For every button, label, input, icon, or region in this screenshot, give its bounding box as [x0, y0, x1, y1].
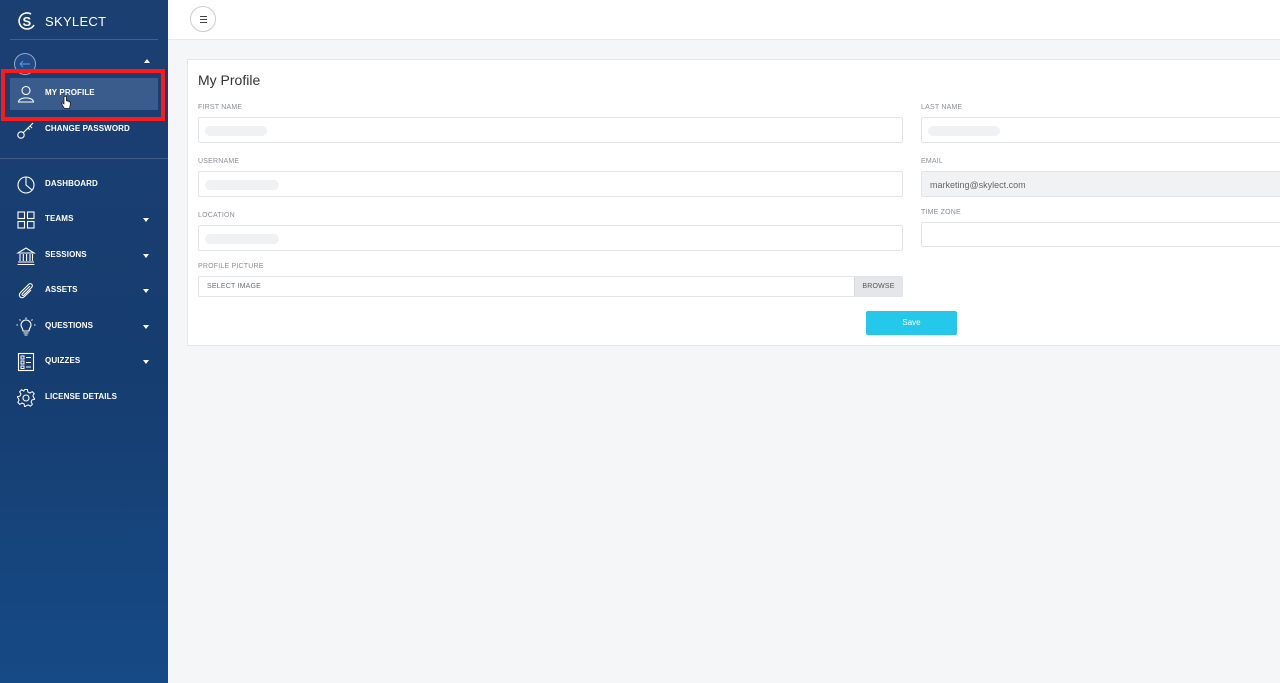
sidebar-item-assets[interactable]: ASSETS: [10, 275, 158, 307]
key-icon: [17, 122, 34, 139]
chevron-down-icon: [143, 325, 149, 329]
location-label: LOCATION: [198, 212, 235, 219]
sidebar: S SKYLECT MY PROFILE CHANGE PASSWORD DAS…: [0, 0, 168, 683]
svg-text:S: S: [23, 14, 32, 29]
profile-picture-label: PROFILE PICTURE: [198, 263, 264, 270]
hamburger-menu-button[interactable]: [190, 6, 216, 32]
chevron-down-icon: [143, 218, 149, 222]
hamburger-icon-line: [200, 22, 207, 23]
time-zone-label: TIME ZONE: [921, 209, 961, 216]
hamburger-icon: [200, 16, 207, 17]
grid-icon: [17, 211, 35, 229]
sidebar-item-label: CHANGE PASSWORD: [45, 124, 130, 133]
email-field: marketing@skylect.com: [921, 171, 1280, 197]
paperclip-icon: [18, 283, 33, 299]
username-label: USERNAME: [198, 158, 240, 165]
sidebar-item-questions[interactable]: QUESTIONS: [10, 311, 158, 343]
redacted-value: [205, 180, 279, 190]
chevron-up-icon: [144, 59, 150, 63]
sidebar-item-teams[interactable]: TEAMS: [10, 204, 158, 236]
quiz-icon: [17, 352, 35, 372]
sidebar-item-quizzes[interactable]: QUIZZES: [10, 346, 158, 378]
sidebar-item-sessions[interactable]: SESSIONS: [10, 240, 158, 272]
skylect-logo-icon: S: [18, 12, 35, 30]
bank-icon: [16, 247, 36, 266]
back-arrow-icon: [19, 60, 30, 68]
redacted-value: [928, 126, 1000, 136]
save-button[interactable]: Save: [866, 311, 957, 335]
brand[interactable]: S SKYLECT: [16, 9, 106, 33]
page-title: My Profile: [198, 72, 261, 88]
first-name-field[interactable]: [198, 117, 903, 143]
user-name-placeholder: [44, 59, 84, 67]
profile-card: My Profile FIRST NAME LAST NAME USERNAME…: [187, 59, 1280, 346]
redacted-value: [205, 234, 279, 244]
chevron-down-icon: [143, 254, 149, 258]
lightbulb-icon: [16, 317, 36, 336]
sidebar-item-label: DASHBOARD: [45, 179, 98, 188]
divider: [10, 39, 158, 40]
sidebar-item-change-password[interactable]: CHANGE PASSWORD: [10, 114, 158, 146]
file-placeholder: SELECT IMAGE: [207, 283, 262, 290]
email-label: EMAIL: [921, 158, 944, 165]
gear-icon: [17, 389, 35, 407]
chevron-down-icon: [143, 289, 149, 293]
hamburger-icon-line: [200, 19, 207, 20]
username-field[interactable]: [198, 171, 903, 197]
location-field[interactable]: [198, 225, 903, 251]
sidebar-item-label: QUIZZES: [45, 356, 81, 365]
redacted-value: [205, 126, 267, 136]
email-value: marketing@skylect.com: [930, 180, 1026, 190]
first-name-label: FIRST NAME: [198, 104, 243, 111]
last-name-label: LAST NAME: [921, 104, 963, 111]
sidebar-item-label: QUESTIONS: [45, 321, 94, 330]
sidebar-item-label: LICENSE DETAILS: [45, 392, 118, 401]
hand-cursor-icon: [61, 96, 71, 109]
brand-name: SKYLECT: [45, 13, 107, 29]
top-bar: [168, 0, 1280, 40]
sidebar-item-label: SESSIONS: [45, 250, 87, 259]
pie-chart-icon: [17, 176, 35, 194]
sidebar-item-label: TEAMS: [45, 214, 74, 223]
chevron-down-icon: [143, 360, 149, 364]
sidebar-item-license-details[interactable]: LICENSE DETAILS: [10, 382, 158, 414]
last-name-field[interactable]: [921, 117, 1280, 143]
divider: [0, 158, 168, 159]
profile-picture-input[interactable]: SELECT IMAGE BROWSE: [198, 276, 903, 297]
sidebar-item-dashboard[interactable]: DASHBOARD: [10, 169, 158, 201]
sidebar-item-label: ASSETS: [45, 285, 78, 294]
browse-button[interactable]: BROWSE: [854, 277, 902, 296]
time-zone-select[interactable]: [921, 222, 1280, 247]
